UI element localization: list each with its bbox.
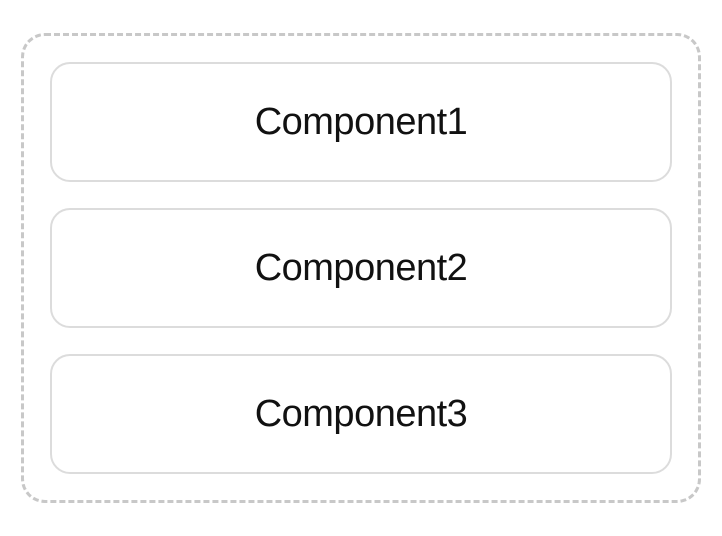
component-box-1: Component1 xyxy=(50,62,672,182)
component-box-3: Component3 xyxy=(50,354,672,474)
component-box-2: Component2 xyxy=(50,208,672,328)
component-container: Component1 Component2 Component3 xyxy=(21,33,701,503)
component-label: Component2 xyxy=(255,247,468,290)
component-label: Component3 xyxy=(255,393,468,436)
component-label: Component1 xyxy=(255,101,468,144)
